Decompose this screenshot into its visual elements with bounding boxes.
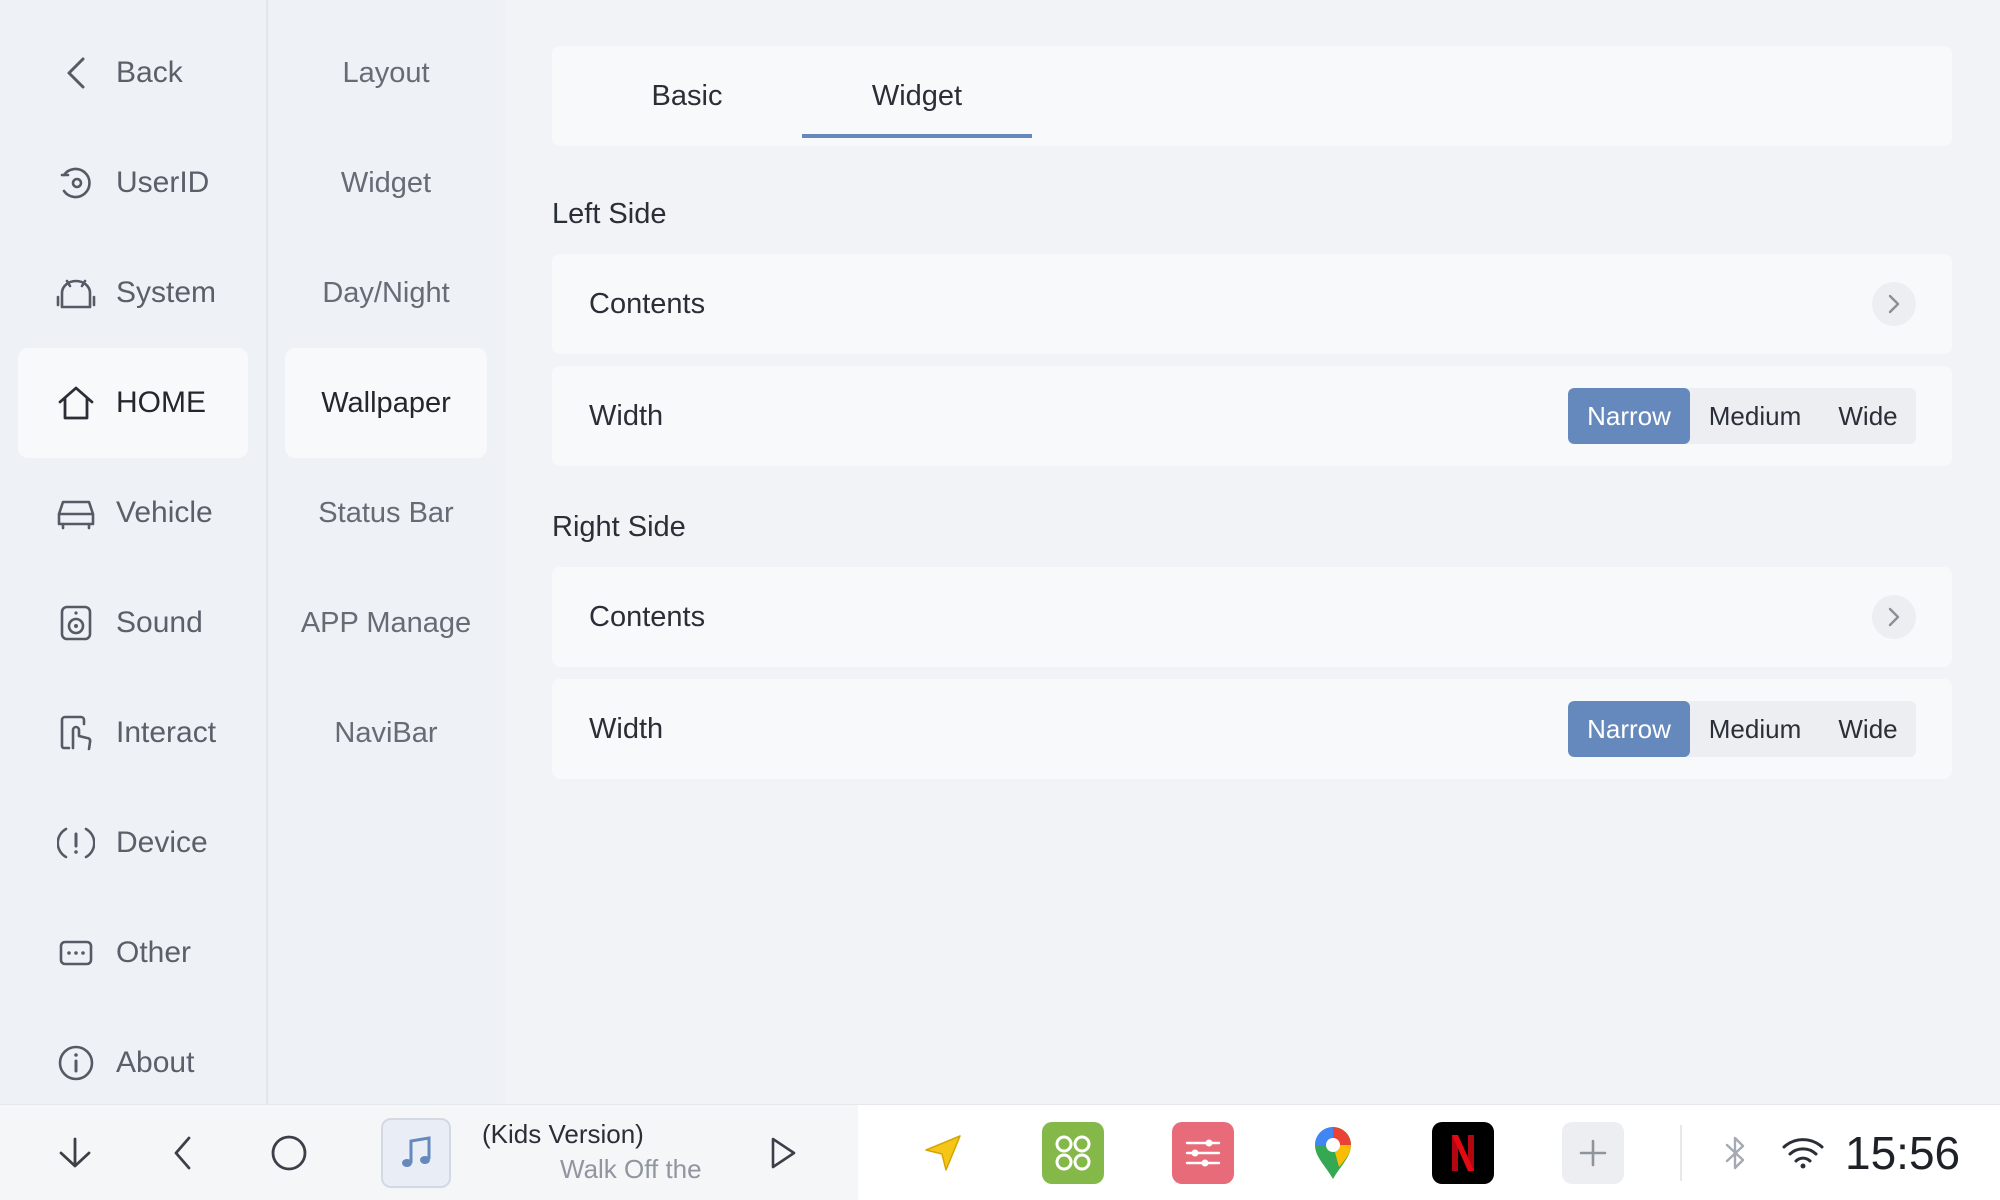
sidebar-item-other[interactable]: Other <box>18 898 248 1008</box>
right-width-row: Width Narrow Medium Wide <box>552 679 1952 779</box>
nav-back-button[interactable] <box>148 1105 218 1200</box>
android-icon <box>48 275 104 311</box>
bluetooth-status[interactable] <box>1716 1105 1756 1200</box>
nav-home-button[interactable] <box>254 1105 324 1200</box>
wifi-status[interactable] <box>1780 1105 1826 1200</box>
home-icon <box>48 384 104 422</box>
left-width-row: Width Narrow Medium Wide <box>552 366 1952 466</box>
add-app-button[interactable] <box>1562 1105 1624 1200</box>
speaker-icon <box>48 604 104 642</box>
sidebar-item-label: Interact <box>116 716 217 749</box>
right-width-selector: Narrow Medium Wide <box>1568 701 1916 757</box>
settings-content: Basic Widget Left Side Contents Width Na… <box>506 0 2000 1104</box>
sidebar-item-back[interactable]: Back <box>18 18 248 128</box>
sidebar-item-home[interactable]: HOME <box>18 348 248 458</box>
chevron-right-icon[interactable] <box>1872 595 1916 639</box>
play-button[interactable] <box>748 1105 818 1200</box>
sidebar-item-sound[interactable]: Sound <box>18 568 248 678</box>
right-width-wide[interactable]: Wide <box>1820 701 1916 757</box>
sidebar-item-userid[interactable]: UserID <box>18 128 248 238</box>
sidebar-item-label: System <box>116 276 217 309</box>
back-icon <box>174 1136 191 1170</box>
tab-bar: Basic Widget <box>552 46 1952 146</box>
divider <box>1680 1125 1682 1181</box>
home-circle-icon <box>271 1135 307 1171</box>
touch-icon <box>48 714 104 752</box>
music-app-tile[interactable] <box>380 1105 452 1200</box>
home-submenu: Layout Widget Day/Night Wallpaper Status… <box>270 0 506 1104</box>
bluetooth-icon <box>1725 1136 1745 1170</box>
map-pin-icon <box>1315 1127 1351 1179</box>
sidebar-item-interact[interactable]: Interact <box>18 678 248 788</box>
app-equalizer[interactable] <box>1172 1105 1234 1200</box>
track-artist: Walk Off the <box>560 1154 702 1184</box>
now-playing[interactable]: (Kids Version) Walk Off the <box>482 1119 702 1185</box>
row-label: Contents <box>589 600 706 633</box>
sidebar-item-label: Sound <box>116 606 203 639</box>
row-label: Contents <box>589 287 706 320</box>
plus-icon <box>1562 1122 1624 1184</box>
app-navigation[interactable] <box>912 1105 974 1200</box>
submenu-item-layout[interactable]: Layout <box>285 18 487 128</box>
more-icon <box>48 938 104 968</box>
left-width-selector: Narrow Medium Wide <box>1568 388 1916 444</box>
collapse-button[interactable] <box>40 1105 110 1200</box>
alert-icon <box>48 825 104 861</box>
netflix-icon <box>1432 1122 1494 1184</box>
track-title: (Kids Version) <box>482 1119 644 1149</box>
navigation-arrow-icon <box>925 1135 961 1171</box>
right-width-narrow[interactable]: Narrow <box>1568 701 1690 757</box>
sidebar-item-label: Device <box>116 826 208 859</box>
arrow-down-icon <box>59 1137 91 1168</box>
left-contents-row[interactable]: Contents <box>552 254 1952 354</box>
app-maps[interactable] <box>1302 1105 1364 1200</box>
submenu-item-navibar[interactable]: NaviBar <box>285 678 487 788</box>
right-side-title: Right Side <box>552 511 686 543</box>
tab-basic[interactable]: Basic <box>612 46 762 146</box>
left-width-wide[interactable]: Wide <box>1820 388 1916 444</box>
sidebar-item-label: UserID <box>116 166 210 199</box>
sidebar-item-label: Vehicle <box>116 496 213 529</box>
bottom-nav-bar: (Kids Version) Walk Off the 15:56 <box>0 1104 2000 1200</box>
submenu-item-widget[interactable]: Widget <box>285 128 487 238</box>
app-grid-icon <box>1042 1122 1104 1184</box>
right-contents-row[interactable]: Contents <box>552 567 1952 667</box>
sidebar-item-vehicle[interactable]: Vehicle <box>18 458 248 568</box>
submenu-item-day-night[interactable]: Day/Night <box>285 238 487 348</box>
right-width-medium[interactable]: Medium <box>1690 701 1820 757</box>
sidebar-item-label: About <box>116 1046 195 1079</box>
play-icon <box>771 1137 796 1169</box>
wifi-icon <box>1782 1138 1824 1169</box>
sidebar-item-device[interactable]: Device <box>18 788 248 898</box>
left-width-medium[interactable]: Medium <box>1690 388 1820 444</box>
app-launcher[interactable] <box>1042 1105 1104 1200</box>
submenu-item-wallpaper[interactable]: Wallpaper <box>285 348 487 458</box>
row-label: Width <box>589 399 664 432</box>
submenu-item-status-bar[interactable]: Status Bar <box>285 458 487 568</box>
app-netflix[interactable] <box>1432 1105 1494 1200</box>
tab-widget[interactable]: Widget <box>802 46 1032 146</box>
info-icon <box>48 1044 104 1082</box>
equalizer-icon <box>1172 1122 1234 1184</box>
row-label: Width <box>589 712 664 745</box>
sidebar-item-label: HOME <box>116 386 206 419</box>
main-sidebar: Back UserID System HOME Vehicle Sound In… <box>0 0 268 1104</box>
music-note-icon <box>381 1118 451 1188</box>
submenu-item-app-manage[interactable]: APP Manage <box>285 568 487 678</box>
sidebar-item-about[interactable]: About <box>18 1008 248 1118</box>
sidebar-item-system[interactable]: System <box>18 238 248 348</box>
car-icon <box>48 496 104 530</box>
user-id-icon <box>48 165 104 201</box>
chevron-right-icon[interactable] <box>1872 282 1916 326</box>
status-clock: 15:56 <box>1845 1127 1961 1179</box>
sidebar-item-label: Other <box>116 936 192 969</box>
sidebar-item-label: Back <box>116 56 183 89</box>
left-width-narrow[interactable]: Narrow <box>1568 388 1690 444</box>
chevron-left-icon <box>48 55 104 91</box>
left-side-title: Left Side <box>552 198 667 230</box>
